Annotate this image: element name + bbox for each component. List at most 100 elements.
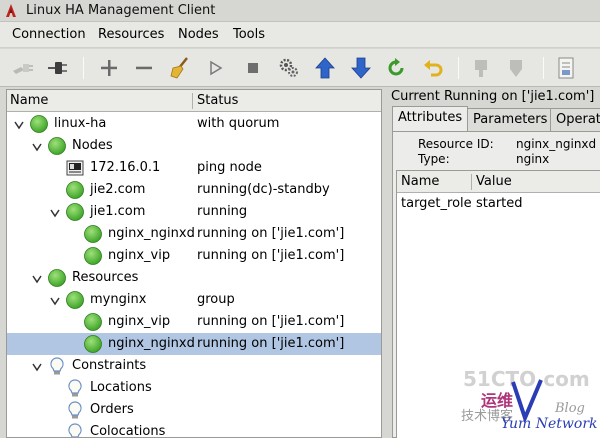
toolbar-separator [458, 57, 459, 79]
expander-down-icon[interactable] [50, 207, 60, 218]
refresh-button[interactable] [383, 55, 409, 81]
stop-button[interactable] [240, 55, 266, 81]
bulb-icon [47, 356, 67, 376]
tree-row[interactable]: linux-ha with quorum [7, 113, 381, 135]
tab-attributes[interactable]: Attributes [392, 106, 469, 131]
remove-button[interactable] [131, 55, 157, 81]
arrow-up-icon [315, 57, 335, 79]
menu-connection[interactable]: Connection [12, 27, 86, 42]
column-header-name[interactable]: Name [10, 93, 48, 108]
unmigrate-icon [510, 60, 522, 77]
expander-down-icon[interactable] [32, 141, 42, 152]
tree-node-status: running on ['jie1.com'] [197, 314, 345, 329]
tree-node-label: nginx_nginxd [108, 226, 195, 241]
attr-value-cell: started [476, 196, 523, 211]
tree-row[interactable]: Constraints [7, 355, 381, 377]
bulb-icon [65, 378, 85, 398]
plug-disconnect-icon [48, 62, 67, 74]
tree-node-label: Locations [90, 380, 152, 395]
tree-row[interactable]: jie2.com running(dc)-standby [7, 179, 381, 201]
play-icon [210, 60, 223, 76]
move-up-button[interactable] [312, 55, 338, 81]
green-status-icon [83, 224, 103, 244]
table-row[interactable]: target_role started [397, 194, 600, 214]
menu-tools[interactable]: Tools [233, 27, 265, 42]
column-separator [192, 93, 193, 109]
column-header-attr-name[interactable]: Name [401, 174, 439, 189]
connect-button[interactable] [10, 55, 36, 81]
tab-parameters[interactable]: Parameters [467, 108, 554, 131]
undo-button[interactable] [420, 55, 446, 81]
expander-down-icon[interactable] [14, 119, 24, 130]
settings-button[interactable] [276, 55, 302, 81]
attributes-table-header: Name Value [397, 171, 600, 193]
tree-row[interactable]: nginx_nginxd running on ['jie1.com'] [7, 223, 381, 245]
tree-node-label: 172.16.0.1 [90, 160, 161, 175]
toolbar [0, 49, 600, 87]
tree-node-status: with quorum [197, 116, 280, 131]
green-status-icon [83, 312, 103, 332]
gears-icon [279, 58, 298, 77]
refresh-icon [388, 58, 404, 76]
tree-header: Name Status [7, 90, 381, 112]
arrow-down-icon [351, 57, 371, 79]
unmigrate-button[interactable] [503, 55, 529, 81]
attributes-tab-content: Resource ID: nginx_nginxd Type: nginx Na… [392, 131, 600, 438]
green-status-icon [65, 290, 85, 310]
cluster-tree: Name Status linux-ha with quorum Nodes 172.… [6, 89, 382, 438]
plug-connect-icon [13, 64, 33, 74]
type-label: Type: [418, 152, 450, 166]
menu-resources[interactable]: Resources [98, 27, 164, 42]
window-title: Linux HA Management Client [26, 3, 216, 18]
tree-row[interactable]: jie1.com running [7, 201, 381, 223]
broom-icon [170, 57, 188, 79]
tree-node-status: running on ['jie1.com'] [197, 248, 345, 263]
expander-down-icon[interactable] [32, 361, 42, 372]
tree-row[interactable]: nginx_nginxd running on ['jie1.com'] [7, 333, 381, 355]
column-separator [471, 174, 472, 190]
tree-row[interactable]: mynginx group [7, 289, 381, 311]
add-button[interactable] [96, 55, 122, 81]
start-button[interactable] [202, 55, 228, 81]
migrate-button[interactable] [468, 55, 494, 81]
tree-node-label: Colocations [90, 424, 166, 438]
tree-node-status: running(dc)-standby [197, 182, 330, 197]
tree-row[interactable]: Resources [7, 267, 381, 289]
tree-node-label: jie1.com [90, 204, 146, 219]
stop-icon [248, 63, 258, 73]
attributes-table: Name Value target_role started [396, 170, 600, 438]
window-titlebar: Linux HA Management Client [0, 0, 600, 22]
tree-node-label: mynginx [90, 292, 147, 307]
view-xml-button[interactable] [553, 55, 579, 81]
menu-nodes[interactable]: Nodes [178, 27, 219, 42]
tree-row[interactable]: 172.16.0.1 ping node [7, 157, 381, 179]
tree-node-label: Resources [72, 270, 139, 285]
green-status-icon [29, 114, 49, 134]
tree-row[interactable]: nginx_vip running on ['jie1.com'] [7, 311, 381, 333]
minus-icon [136, 66, 152, 70]
tree-node-label: Orders [90, 402, 134, 417]
ping-node-icon [65, 158, 85, 178]
cleanup-button[interactable] [167, 55, 193, 81]
green-status-icon [47, 268, 67, 288]
disconnect-button[interactable] [44, 55, 70, 81]
column-header-status[interactable]: Status [197, 93, 238, 108]
tree-row[interactable]: Colocations [7, 421, 381, 438]
tree-node-label: Nodes [72, 138, 113, 153]
tree-row[interactable]: Nodes [7, 135, 381, 157]
tree-node-label: linux-ha [54, 116, 107, 131]
tab-operations[interactable]: Operati [550, 108, 600, 131]
green-status-icon [83, 246, 103, 266]
green-status-icon [83, 334, 103, 354]
app-logo-icon [6, 4, 16, 17]
column-header-attr-value[interactable]: Value [476, 174, 512, 189]
toolbar-separator [83, 57, 84, 79]
expander-down-icon[interactable] [32, 273, 42, 284]
expander-down-icon[interactable] [50, 295, 60, 306]
tree-row[interactable]: Locations [7, 377, 381, 399]
tree-row[interactable]: nginx_vip running on ['jie1.com'] [7, 245, 381, 267]
tree-node-status: ping node [197, 160, 262, 175]
tree-row[interactable]: Orders [7, 399, 381, 421]
resource-id-value: nginx_nginxd [516, 137, 597, 151]
move-down-button[interactable] [348, 55, 374, 81]
